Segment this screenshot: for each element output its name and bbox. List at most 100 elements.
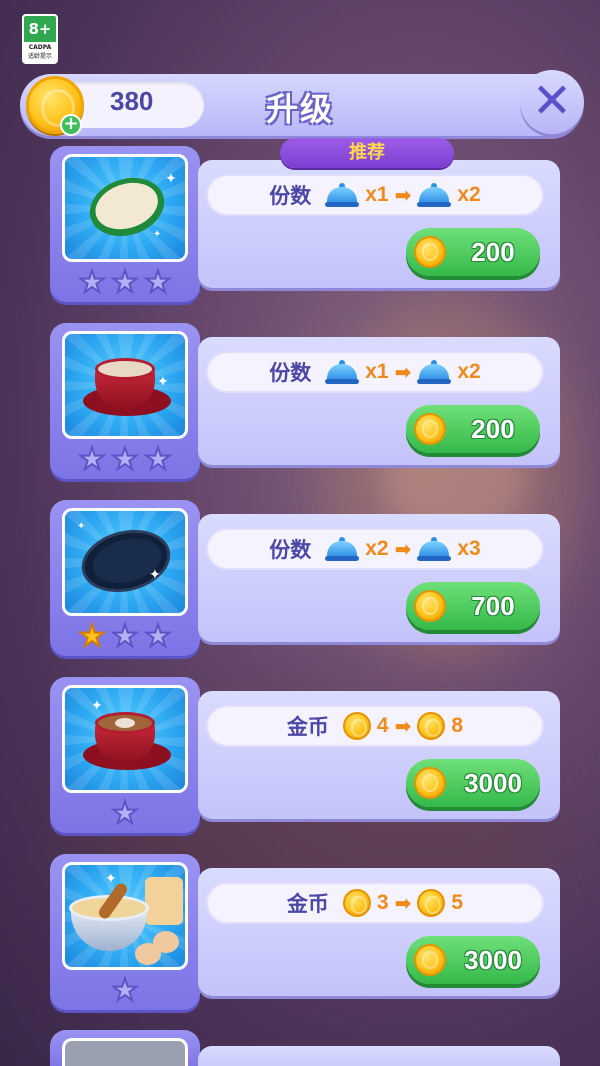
star-empty-icon: ★ <box>143 619 172 654</box>
upgrade-effect: 份数 x2 ➡ x3 <box>206 528 544 570</box>
item-card <box>50 1030 200 1066</box>
info-panel: 份数 x1 ➡ x2 200 <box>198 337 560 465</box>
buy-upgrade-button[interactable]: 700 <box>406 582 540 630</box>
effect-label: 金币 <box>286 892 329 916</box>
item-image: ✦ <box>62 862 188 970</box>
cloche-icon <box>417 182 452 208</box>
arrow-right-icon: ➡ <box>394 360 412 384</box>
cloche-icon <box>325 182 360 208</box>
star-empty-icon: ★ <box>111 796 140 831</box>
upgrade-row: ✦ ★ 金币 3 ➡ 5 3000 <box>48 854 562 1012</box>
item-card[interactable]: ✦ ✦ ★ ★ ★ <box>50 500 200 656</box>
coin-icon <box>342 889 371 917</box>
effect-from: 3 <box>376 891 389 914</box>
effect-label: 份数 <box>269 538 312 562</box>
upgrade-row: ✦ ★ ★ ★ 份数 x1 ➡ x2 200 <box>48 323 562 481</box>
upgrade-effect: 金币 3 ➡ 5 <box>206 882 544 924</box>
item-image <box>62 1038 188 1066</box>
cloche-icon <box>325 359 360 385</box>
effect-label: 金币 <box>286 715 329 739</box>
star-rating: ★ ★ ★ <box>50 619 200 654</box>
effect-label: 份数 <box>269 184 312 208</box>
star-empty-icon: ★ <box>143 265 172 300</box>
upgrade-price: 200 <box>471 413 515 444</box>
arrow-right-icon: ➡ <box>394 891 412 915</box>
cup-rim <box>95 358 155 380</box>
cloche-icon <box>417 359 452 385</box>
buy-upgrade-button[interactable]: 3000 <box>406 759 540 807</box>
item-image: ✦ <box>62 685 188 793</box>
item-image: ✦ ✦ <box>62 154 188 262</box>
star-empty-icon: ★ <box>143 442 172 477</box>
star-filled-icon: ★ <box>78 619 107 654</box>
star-empty-icon: ★ <box>111 973 140 1008</box>
coin-icon <box>414 767 446 799</box>
star-rating: ★ <box>50 796 200 831</box>
upgrade-price: 3000 <box>464 944 522 975</box>
coin-icon <box>414 413 446 445</box>
age-rating-value: 8+ <box>24 16 56 42</box>
age-rating-badge: 8+ CADPA 适龄提示 <box>22 14 58 64</box>
item-card[interactable]: ✦ ✦ ★ ★ ★ <box>50 146 200 302</box>
info-panel: 份数 x1 ➡ x2 200 <box>198 160 560 288</box>
latte-art <box>115 718 135 728</box>
star-empty-icon: ★ <box>111 442 140 477</box>
info-panel <box>198 1046 560 1066</box>
upgrade-effect: 金币 4 ➡ 8 <box>206 705 544 747</box>
upgrade-price: 3000 <box>464 767 522 798</box>
coin-icon <box>414 944 446 976</box>
item-card[interactable]: ✦ ★ ★ ★ <box>50 323 200 479</box>
egg <box>135 943 161 965</box>
info-panel: 金币 3 ➡ 5 3000 <box>198 868 560 996</box>
arrow-right-icon: ➡ <box>394 537 412 561</box>
age-rating-tip: 适龄提示 <box>27 53 52 60</box>
star-rating: ★ ★ ★ <box>50 265 200 300</box>
upgrade-row-partial <box>48 1030 562 1066</box>
effect-to: 8 <box>451 714 464 737</box>
star-empty-icon: ★ <box>111 619 140 654</box>
coin-icon <box>417 889 446 917</box>
effect-to: 5 <box>451 891 464 914</box>
star-empty-icon: ★ <box>78 442 107 477</box>
buy-upgrade-button[interactable]: 3000 <box>406 936 540 984</box>
upgrade-effect: 份数 x1 ➡ x2 <box>206 174 544 216</box>
buy-upgrade-button[interactable]: 200 <box>406 405 540 453</box>
flour-bag <box>145 877 183 925</box>
close-button[interactable]: ✕ <box>520 70 584 134</box>
upgrade-row: ✦ ★ 金币 4 ➡ 8 3000 <box>48 677 562 835</box>
effect-to: x2 <box>457 183 481 206</box>
star-rating: ★ <box>50 973 200 1008</box>
item-card[interactable]: ✦ ★ <box>50 677 200 833</box>
coin-icon <box>414 590 446 622</box>
coin-icon <box>417 712 446 740</box>
star-empty-icon: ★ <box>111 265 140 300</box>
item-card[interactable]: ✦ ★ <box>50 854 200 1010</box>
coin-icon <box>414 236 446 268</box>
effect-from: x2 <box>365 537 389 560</box>
upgrade-row: ✦ ✦ ★ ★ ★ 份数 x1 ➡ x2 200 <box>48 146 562 304</box>
effect-from: 4 <box>376 714 389 737</box>
effect-from: x1 <box>365 183 389 206</box>
age-rating-org: CADPA <box>28 44 52 51</box>
info-panel: 份数 x2 ➡ x3 700 <box>198 514 560 642</box>
info-panel: 金币 4 ➡ 8 3000 <box>198 691 560 819</box>
arrow-right-icon: ➡ <box>394 183 412 207</box>
page-title: 升级 <box>265 90 334 128</box>
cloche-icon <box>325 536 360 562</box>
upgrade-row: ✦ ✦ ★ ★ ★ 份数 x2 ➡ x3 700 <box>48 500 562 658</box>
effect-from: x1 <box>365 360 389 383</box>
effect-to: x2 <box>457 360 481 383</box>
item-image: ✦ ✦ <box>62 508 188 616</box>
upgrade-effect: 份数 x1 ➡ x2 <box>206 351 544 393</box>
recommend-badge: 推荐 <box>280 138 454 168</box>
arrow-right-icon: ➡ <box>394 714 412 738</box>
effect-to: x3 <box>457 537 481 560</box>
star-rating: ★ ★ ★ <box>50 442 200 477</box>
star-empty-icon: ★ <box>78 265 107 300</box>
upgrade-price: 200 <box>471 236 515 267</box>
cloche-icon <box>417 536 452 562</box>
effect-label: 份数 <box>269 361 312 385</box>
buy-upgrade-button[interactable]: 200 <box>406 228 540 276</box>
upgrade-price: 700 <box>471 590 515 621</box>
coin-icon <box>342 712 371 740</box>
